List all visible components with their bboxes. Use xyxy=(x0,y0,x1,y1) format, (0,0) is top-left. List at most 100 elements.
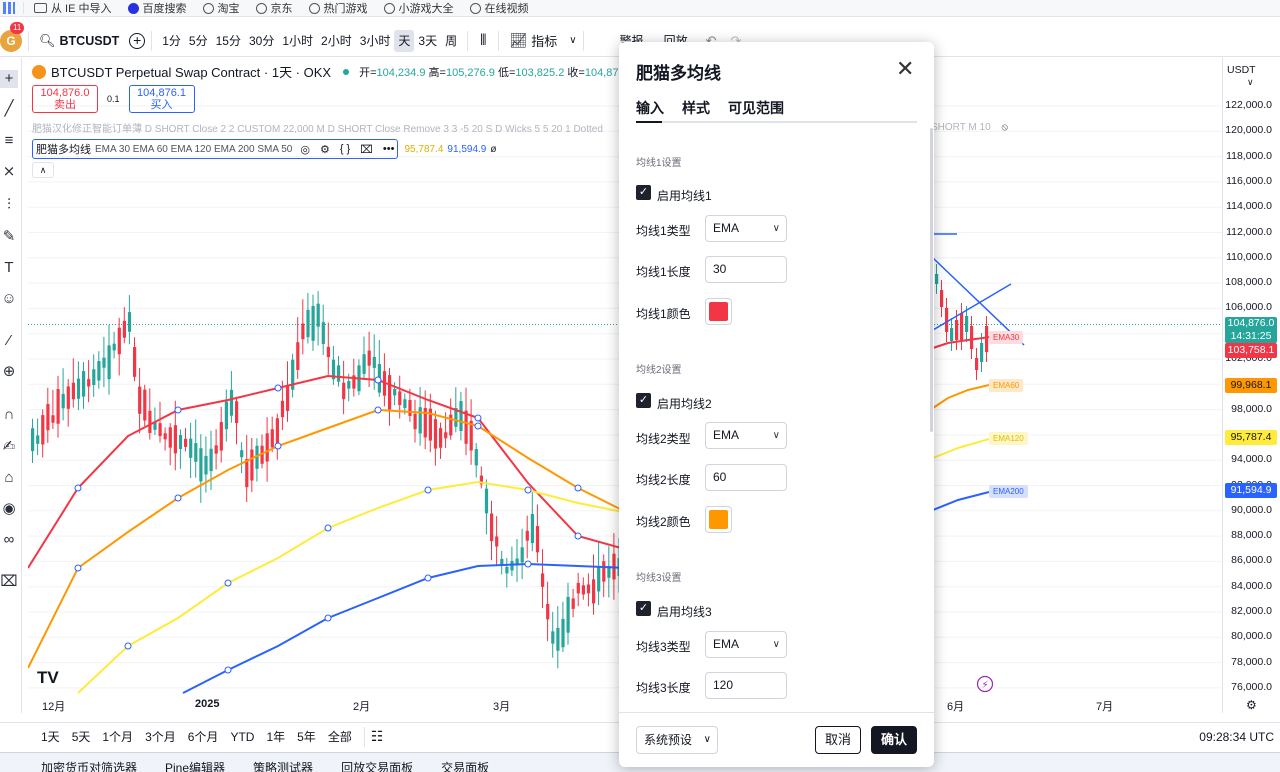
ma3-length-input[interactable]: 120 xyxy=(705,672,787,699)
apps-grid-icon[interactable] xyxy=(3,2,15,14)
ok-button[interactable]: 确认 xyxy=(871,726,917,754)
tab-crypto-screener[interactable]: 加密货币对筛选器 xyxy=(41,759,137,772)
source-code-icon[interactable]: { } xyxy=(340,143,350,155)
pattern-icon[interactable]: ⨯ xyxy=(0,163,18,181)
price-axis[interactable]: USDT ∨ 122,000.0 120,000.0 118,000.0 116,00… xyxy=(1222,58,1280,713)
ma1-color-swatch[interactable] xyxy=(705,298,732,325)
range-5y[interactable]: 5年 xyxy=(297,728,316,745)
emoji-icon[interactable]: ☺ xyxy=(0,290,18,308)
bookmark-import[interactable]: 从 IE 中导入 xyxy=(34,0,112,16)
globe-icon xyxy=(308,2,320,14)
enable-ma2-checkbox[interactable]: ✓ xyxy=(636,393,651,408)
tab-replay-trading[interactable]: 回放交易面板 xyxy=(341,759,413,772)
currency-selector[interactable]: USDT ∨ xyxy=(1227,64,1280,88)
interval-4[interactable]: 1小时 xyxy=(278,30,317,52)
settings-gear-icon[interactable]: ⚙︎ xyxy=(320,143,330,156)
bookmark-games[interactable]: 热门游戏 xyxy=(308,0,368,16)
trash-icon[interactable]: ⌧ xyxy=(0,573,18,591)
bookmark-minigames[interactable]: 小游戏大全 xyxy=(383,0,454,16)
fib-icon[interactable]: ≡ xyxy=(0,132,18,150)
brush-icon[interactable]: ✎ xyxy=(0,228,18,246)
ruler-icon[interactable]: ⁄ xyxy=(0,332,18,350)
range-1y[interactable]: 1年 xyxy=(266,728,285,745)
tab-trading-panel[interactable]: 交易面板 xyxy=(441,759,489,772)
more-options-icon[interactable]: ••• xyxy=(383,143,395,155)
indicator-name: 肥猫多均线 xyxy=(36,144,91,156)
bookmark-jd[interactable]: 京东 xyxy=(255,0,293,16)
tab-style[interactable]: 样式 xyxy=(682,98,710,118)
lock-drawing-icon[interactable]: ✍ xyxy=(0,438,18,456)
lightning-icon[interactable]: ⚡︎ xyxy=(976,675,994,693)
forecast-icon[interactable]: ⫶ xyxy=(0,196,18,214)
text-icon[interactable]: T xyxy=(0,259,18,277)
strategy-legend-row[interactable]: 肥猫汉化修正智能订单薄 D SHORT Close 2 2 CUSTOM 22,… xyxy=(32,120,618,135)
delete-icon[interactable]: ⌧ xyxy=(360,143,373,156)
user-avatar[interactable]: G 11 xyxy=(0,21,25,52)
range-6m[interactable]: 6个月 xyxy=(188,728,219,745)
tab-inputs[interactable]: 输入 xyxy=(636,98,664,118)
symbol-name[interactable]: BTCUSDT xyxy=(60,34,120,48)
interval-5[interactable]: 2小时 xyxy=(317,30,356,52)
bookmark-taobao[interactable]: 淘宝 xyxy=(202,0,240,16)
ma2-length-input[interactable]: 60 xyxy=(705,464,787,491)
collapse-legend-button[interactable]: ∧ xyxy=(32,162,54,178)
interval-0[interactable]: 1分 xyxy=(158,30,185,52)
range-3m[interactable]: 3个月 xyxy=(145,728,176,745)
interval-1[interactable]: 5分 xyxy=(185,30,212,52)
link-icon[interactable]: ∞ xyxy=(0,531,18,549)
interval-8[interactable]: 3天 xyxy=(414,30,441,52)
interval-7[interactable]: 天 xyxy=(394,29,415,52)
buy-button[interactable]: 104,876.1 买入 xyxy=(128,85,195,113)
chart-settings-gear-icon[interactable]: ⚙︎ xyxy=(1246,698,1257,712)
compare-add-icon[interactable]: + xyxy=(129,32,146,49)
sell-button[interactable]: 104,876.0 卖出 xyxy=(32,85,98,113)
tab-strategy-tester[interactable]: 策略测试器 xyxy=(253,759,313,772)
range-5d[interactable]: 5天 xyxy=(72,728,91,745)
close-icon[interactable]: ✕ xyxy=(896,56,914,82)
eye-icon[interactable]: ◉ xyxy=(0,500,18,518)
visibility-eye-icon[interactable]: ◎ xyxy=(300,143,310,156)
candle-body xyxy=(337,365,341,382)
indicators-icon[interactable]: 📈︎ xyxy=(509,32,527,49)
ma2-color-swatch[interactable] xyxy=(705,506,732,533)
preset-label: 系统预设 xyxy=(644,733,693,747)
hidden-eye-icon[interactable]: ⦸ xyxy=(1001,122,1008,133)
goto-date-icon[interactable]: ☷ xyxy=(371,728,384,745)
interval-6[interactable]: 3小时 xyxy=(356,30,395,52)
candle-body xyxy=(76,378,81,399)
candle-style-icon[interactable]: ⫴ xyxy=(480,32,486,49)
indicator-templates-chevron-icon[interactable]: ∨ xyxy=(569,35,576,46)
range-1m[interactable]: 1个月 xyxy=(102,728,133,745)
indicator-legend-row[interactable]: 肥猫多均线 EMA 30 EMA 60 EMA 120 EMA 200 SMA … xyxy=(32,139,618,159)
bookmark-baidu[interactable]: 百度搜索 xyxy=(127,0,187,16)
interval-9[interactable]: 周 xyxy=(441,30,461,52)
enable-ma3-checkbox[interactable]: ✓ xyxy=(636,601,651,616)
range-1d[interactable]: 1天 xyxy=(41,728,60,745)
candle-body xyxy=(127,312,132,332)
utc-clock[interactable]: 09:28:34 UTC xyxy=(1199,730,1274,744)
cancel-button[interactable]: 取消 xyxy=(815,726,861,754)
zoom-in-icon[interactable]: ⊕ xyxy=(0,363,18,381)
crosshair-icon[interactable]: + xyxy=(0,70,18,88)
interval-2[interactable]: 15分 xyxy=(212,30,245,52)
price-label: 116,000.0 xyxy=(1226,174,1272,187)
ma1-type-select[interactable]: EMA ∨ xyxy=(705,215,787,242)
magnet-icon[interactable]: ∩ xyxy=(0,406,18,424)
range-all[interactable]: 全部 xyxy=(328,728,352,745)
ma3-type-select[interactable]: EMA ∨ xyxy=(705,631,787,658)
trendline-icon[interactable]: ╱ xyxy=(0,100,18,118)
range-ytd[interactable]: YTD xyxy=(230,730,254,744)
tab-pine-editor[interactable]: Pine编辑器 xyxy=(165,759,225,772)
legend-title[interactable]: BTCUSDT Perpetual Swap Contract · 1天 · O… xyxy=(51,62,331,81)
symbol-search-icon[interactable]: 🔍︎ xyxy=(39,33,56,49)
bookmark-video[interactable]: 在线视频 xyxy=(469,0,529,16)
ma2-type-select[interactable]: EMA ∨ xyxy=(705,422,787,449)
ma1-length-input[interactable]: 30 xyxy=(705,256,787,283)
indicators-button[interactable]: 指标 xyxy=(531,31,557,50)
lock-icon[interactable]: ⌂ xyxy=(0,469,18,487)
dialog-scrollbar[interactable] xyxy=(930,128,933,432)
tab-visibility[interactable]: 可见范围 xyxy=(728,98,784,118)
enable-ma1-checkbox[interactable]: ✓ xyxy=(636,185,651,200)
preset-dropdown[interactable]: 系统预设 ∨ xyxy=(636,726,718,754)
interval-3[interactable]: 30分 xyxy=(245,30,278,52)
